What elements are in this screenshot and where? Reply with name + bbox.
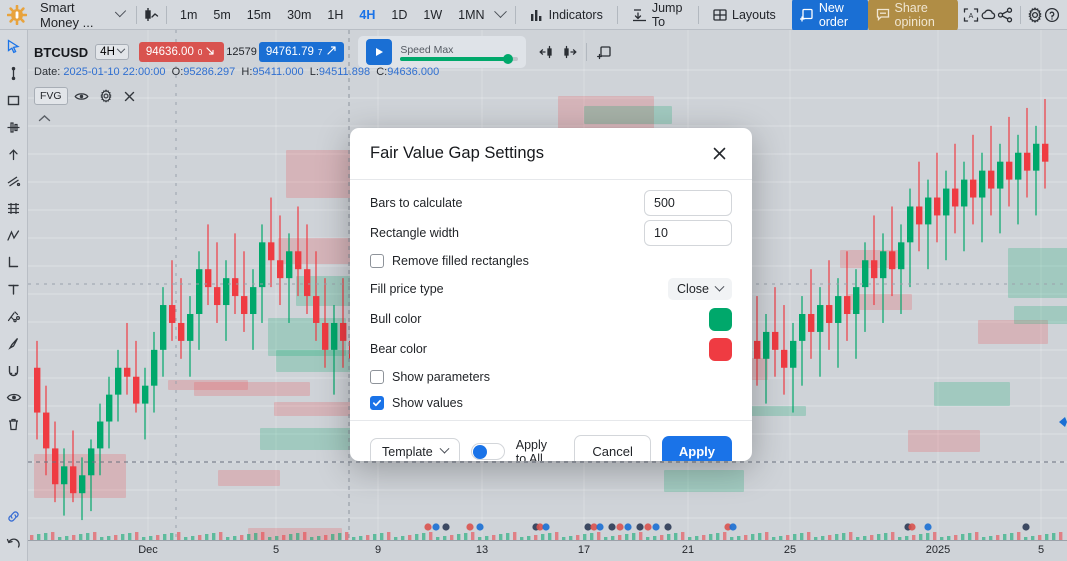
field-row-bear-color: Bear color bbox=[370, 334, 732, 364]
dialog-header: Fair Value Gap Settings bbox=[350, 128, 752, 180]
modal-overlay: Fair Value Gap Settings Bars to calculat… bbox=[0, 0, 1067, 561]
apply-to-all-toggle-knob bbox=[472, 445, 487, 459]
trading-platform-window: Smart Money ... 1m 5m 15m 30m 1H 4H 1D 1W 1MN bbox=[0, 0, 1067, 561]
remove-filled-rectangles-label: Remove filled rectangles bbox=[392, 254, 529, 268]
remove-filled-rectangles-checkbox-row[interactable]: Remove filled rectangles bbox=[370, 248, 732, 274]
apply-to-all-toggle[interactable] bbox=[470, 443, 505, 460]
field-row-rectangle-width: Rectangle width 10 bbox=[370, 218, 732, 248]
template-label: Template bbox=[382, 444, 433, 459]
fill-price-type-label: Fill price type bbox=[370, 282, 444, 296]
remove-filled-rectangles-checkbox[interactable] bbox=[370, 254, 384, 268]
rectangle-width-input[interactable]: 10 bbox=[644, 220, 732, 246]
apply-to-all-label: Apply to All bbox=[515, 437, 548, 462]
bull-color-swatch[interactable] bbox=[709, 307, 732, 331]
chevron-down-icon bbox=[714, 281, 725, 292]
dialog-footer: Template Apply to All Cancel Apply bbox=[350, 420, 752, 461]
dialog-close-icon[interactable] bbox=[706, 141, 732, 167]
dialog-title: Fair Value Gap Settings bbox=[370, 144, 544, 162]
fair-value-gap-settings-dialog: Fair Value Gap Settings Bars to calculat… bbox=[350, 128, 752, 461]
rectangle-width-label: Rectangle width bbox=[370, 226, 459, 240]
fill-price-type-value: Close bbox=[677, 282, 709, 296]
show-parameters-label: Show parameters bbox=[392, 370, 490, 384]
show-values-label: Show values bbox=[392, 396, 463, 410]
field-row-bull-color: Bull color bbox=[370, 304, 732, 334]
bear-color-label: Bear color bbox=[370, 342, 427, 356]
cancel-button[interactable]: Cancel bbox=[574, 435, 651, 461]
show-parameters-checkbox[interactable] bbox=[370, 370, 384, 384]
field-row-fill-price-type: Fill price type Close bbox=[370, 274, 732, 304]
bull-color-label: Bull color bbox=[370, 312, 422, 326]
show-values-checkbox[interactable] bbox=[370, 396, 384, 410]
show-values-checkbox-row[interactable]: Show values bbox=[370, 390, 732, 416]
field-row-bars-to-calculate: Bars to calculate 500 bbox=[370, 188, 732, 218]
show-parameters-checkbox-row[interactable]: Show parameters bbox=[370, 364, 732, 390]
dialog-body: Bars to calculate 500 Rectangle width 10 Rem… bbox=[350, 180, 752, 420]
template-dropdown[interactable]: Template bbox=[370, 437, 460, 461]
fill-price-type-select[interactable]: Close bbox=[668, 278, 732, 300]
apply-button[interactable]: Apply bbox=[661, 436, 732, 461]
bars-to-calculate-input[interactable]: 500 bbox=[644, 190, 732, 216]
bear-color-swatch[interactable] bbox=[709, 337, 732, 361]
bars-to-calculate-label: Bars to calculate bbox=[370, 196, 463, 210]
chevron-down-icon bbox=[439, 443, 450, 454]
